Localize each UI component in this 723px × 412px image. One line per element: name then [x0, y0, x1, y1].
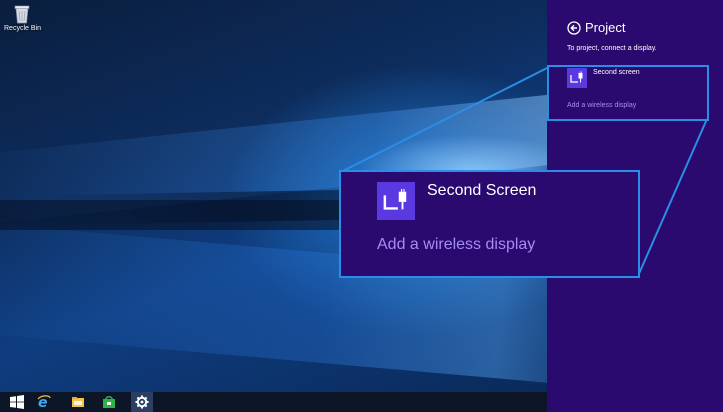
internet-explorer-icon: e [37, 395, 51, 409]
windows-start-icon [10, 395, 24, 409]
page-title: Project [585, 20, 626, 35]
zoomed-display-label: Second Screen [427, 182, 537, 199]
desktop-icon-label: Recycle Bin [4, 25, 41, 32]
second-screen-icon [383, 188, 407, 210]
highlight-box [547, 65, 709, 121]
start-button[interactable] [6, 392, 28, 412]
taskbar: e [0, 392, 547, 412]
desktop-icon-recycle-bin[interactable]: Recycle Bin [4, 4, 41, 32]
project-panel-header: Project [567, 20, 625, 35]
settings-button[interactable] [131, 392, 153, 412]
store-button[interactable] [98, 392, 120, 412]
internet-explorer-button[interactable]: e [33, 392, 55, 412]
file-explorer-button[interactable] [67, 392, 89, 412]
project-instructions: To project, connect a display. [567, 45, 657, 52]
recycle-bin-icon [14, 5, 30, 24]
zoomed-display-tile [377, 182, 415, 220]
store-icon [103, 396, 115, 408]
zoomed-wireless-link: Add a wireless display [377, 236, 536, 253]
file-explorer-icon [72, 397, 84, 407]
wallpaper-shadow-band [0, 200, 340, 230]
zoomed-callout: Second Screen Add a wireless display [339, 170, 640, 278]
settings-gear-icon [135, 395, 149, 409]
back-arrow-icon[interactable] [567, 20, 581, 35]
